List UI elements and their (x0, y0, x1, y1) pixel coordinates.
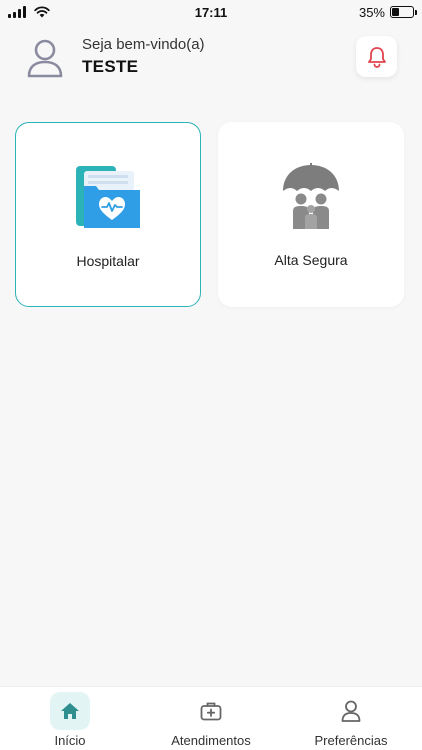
card-hospitalar[interactable]: Hospitalar (15, 122, 201, 307)
card-alta-segura[interactable]: Alta Segura (218, 122, 404, 307)
nav-label: Atendimentos (171, 733, 251, 748)
home-icon (50, 692, 90, 730)
nav-label: Início (54, 733, 86, 748)
status-bar: 17:11 35% (0, 0, 422, 24)
medical-kit-icon (191, 692, 231, 730)
medical-folder-icon (73, 163, 143, 233)
header: Seja bem-vindo(a) TESTE (0, 30, 422, 88)
nav-atendimentos[interactable]: Atendimentos (141, 687, 281, 750)
username: TESTE (82, 57, 139, 76)
cell-signal-icon (8, 6, 26, 18)
nav-preferencias[interactable]: Preferências (281, 687, 421, 750)
user-icon (331, 692, 371, 730)
card-label: Hospitalar (76, 253, 140, 269)
nav-inicio[interactable]: Início (0, 687, 140, 750)
battery-level (392, 8, 399, 16)
greeting-text: Seja bem-vindo(a) (82, 36, 205, 53)
family-umbrella-icon (276, 162, 346, 232)
battery-icon (390, 6, 417, 18)
battery-percent: 35% (358, 4, 385, 20)
user-avatar-icon[interactable] (26, 38, 64, 78)
status-right: 35% (358, 4, 417, 20)
wifi-icon (34, 6, 50, 18)
card-label: Alta Segura (274, 252, 348, 268)
status-left (8, 6, 50, 18)
bottom-nav: Início Atendimentos Preferências (0, 686, 422, 750)
bell-icon (367, 46, 386, 68)
nav-label: Preferências (314, 733, 388, 748)
status-time: 17:11 (194, 4, 228, 20)
notifications-button[interactable] (356, 36, 397, 77)
